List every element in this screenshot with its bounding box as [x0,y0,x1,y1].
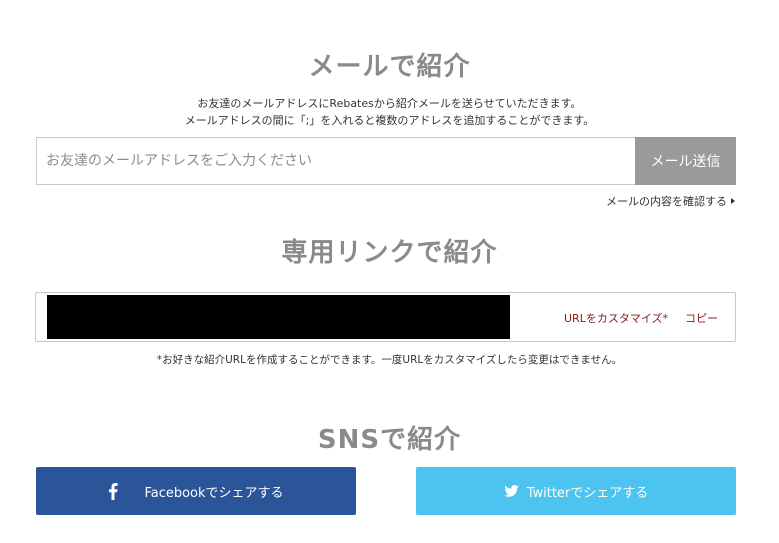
send-email-button[interactable]: メール送信 [635,137,736,185]
confirm-email-link[interactable]: メールの内容を確認する [606,193,735,209]
customize-note: *お好きな紹介URLを作成することができます。一度URLをカスタマイズしたら変更… [156,354,623,366]
link-section-title: 専用リンクで紹介 [281,238,498,268]
email-form: メール送信 [36,137,736,185]
email-input[interactable] [37,138,635,184]
twitter-share-button[interactable]: Twitterでシェアする [416,467,736,515]
facebook-share-button[interactable]: Facebookでシェアする [36,467,356,515]
twitter-icon [504,485,519,497]
redacted-referral-url [47,295,510,339]
email-description-2: メールアドレスの間に「;」を入れると複数のアドレスを追加することができます。 [184,114,595,127]
copy-link-button[interactable]: コピー [685,310,718,326]
facebook-icon [108,482,119,500]
customize-url-link[interactable]: URLをカスタマイズ* [564,310,668,326]
email-description-1: お友達のメールアドレスにRebatesから紹介メールを送らせていただきます。 [197,97,582,110]
referral-link-box: URLをカスタマイズ* コピー [35,292,736,342]
confirm-email-label: メールの内容を確認する [606,195,727,208]
sns-section-title: SNSで紹介 [317,425,462,455]
email-section-title: メールで紹介 [308,52,471,82]
twitter-share-label: Twitterでシェアする [526,485,649,501]
chevron-right-icon [731,198,735,204]
facebook-share-label: Facebookでシェアする [144,485,284,501]
